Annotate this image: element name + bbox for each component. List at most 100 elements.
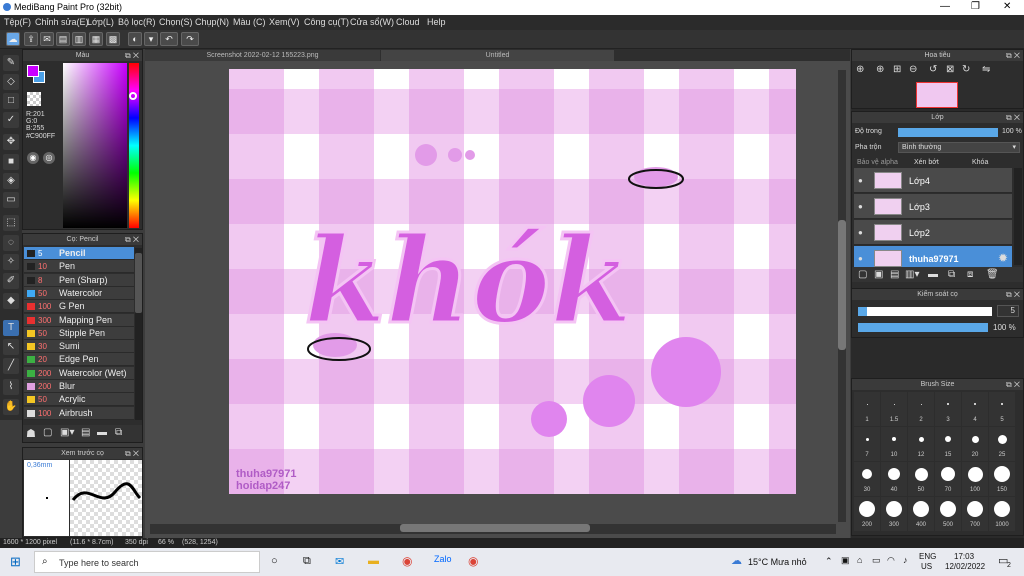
tray-chevron-icon[interactable]: ⌃ <box>825 556 833 567</box>
saturation-value-picker[interactable] <box>63 63 127 228</box>
minimize-button[interactable]: — <box>940 1 950 12</box>
close-icon[interactable]: ⧉ ✕ <box>125 50 139 61</box>
layer-row[interactable]: ● Lớp2 <box>854 220 1012 245</box>
rotate-left-icon[interactable]: ↺ <box>929 64 937 75</box>
battery-icon[interactable]: ▭ <box>872 555 881 566</box>
artwork-canvas[interactable]: khók thuha97971 hoidap247 <box>229 69 796 494</box>
brush-item[interactable]: 100 Airbrush <box>24 406 134 420</box>
menu-file[interactable]: Tệp(F) <box>4 17 31 27</box>
brush-size-cell[interactable]: 12 <box>908 427 934 461</box>
menu-color[interactable]: Màu (C) <box>233 17 266 27</box>
eye-icon[interactable]: ● <box>858 202 863 211</box>
lang-1[interactable]: ENG <box>919 552 936 561</box>
folder-icon[interactable]: ▬ <box>97 427 107 438</box>
reset-icon[interactable]: ⊠ <box>946 64 954 75</box>
brush-item[interactable]: 50 Acrylic <box>24 393 134 407</box>
duplicate-layer-icon[interactable]: ⧉ <box>948 269 955 280</box>
close-icon[interactable]: ⧉ ✕ <box>125 234 139 245</box>
brush-size-cell[interactable]: 700 <box>962 497 988 531</box>
clip-checkbox[interactable]: Xén bớt <box>914 159 939 166</box>
zoom-out-icon[interactable]: ⊖ <box>909 64 917 75</box>
navigator-thumbnail[interactable] <box>916 82 958 108</box>
layer-menu-icon[interactable]: ▥▾ <box>905 269 919 280</box>
upload-icon[interactable]: ⇪ <box>24 32 38 46</box>
select-tool-icon[interactable]: ⬚ <box>3 215 19 231</box>
cloud-icon[interactable]: ☁ <box>6 32 20 46</box>
brush-opacity-slider[interactable] <box>858 323 988 332</box>
wifi-icon[interactable]: ◠ <box>887 555 895 566</box>
brush-size-cell[interactable]: 40 <box>881 462 907 496</box>
canvas-vscroll[interactable] <box>838 70 846 522</box>
lasso-tool-icon[interactable]: ◌ <box>3 235 19 251</box>
trash-icon[interactable]: 🗑 <box>986 269 999 280</box>
menu-select[interactable]: Chọn(S) <box>159 17 193 27</box>
hue-handle[interactable] <box>129 92 137 100</box>
brush-size-cell[interactable]: 2 <box>908 392 934 426</box>
hand-tool-icon[interactable]: ✋ <box>3 399 19 415</box>
tab-screenshot[interactable]: Screenshot 2022-02-12 155223.png <box>145 50 380 61</box>
layer-scrollbar[interactable] <box>1014 168 1022 265</box>
fit-icon[interactable]: ⊞ <box>893 64 901 75</box>
brush-size-slider[interactable] <box>858 307 992 316</box>
menu-layer[interactable]: Lớp(L) <box>87 17 114 27</box>
chrome-icon[interactable]: ◉ <box>402 554 412 568</box>
volume-icon[interactable]: ♪ <box>903 555 908 565</box>
brush-size-cell[interactable]: 1000 <box>989 497 1015 531</box>
brush-size-cell[interactable]: 5 <box>989 392 1015 426</box>
brush-size-cell[interactable]: 150 <box>989 462 1015 496</box>
eraser-tool-icon[interactable]: ◇ <box>3 74 19 90</box>
clock-date[interactable]: 12/02/2022 <box>945 562 985 571</box>
halftone-layer-icon[interactable]: ▤ <box>890 269 899 280</box>
brush-item[interactable]: 200 Watercolor (Wet) <box>24 366 134 380</box>
brush-size-cell[interactable]: 50 <box>908 462 934 496</box>
cloud-brush-icon[interactable]: ☗ <box>26 427 36 440</box>
grid-icon[interactable]: ▦ <box>89 32 103 46</box>
chrome-alt-icon[interactable]: ◉ <box>468 554 478 568</box>
select-pen-icon[interactable]: ✐ <box>3 273 19 289</box>
brush-item[interactable]: 200 Blur <box>24 380 134 393</box>
clock-time[interactable]: 17:03 <box>954 552 974 561</box>
brush-size-cell[interactable]: 25 <box>989 427 1015 461</box>
bucket-tool-icon[interactable]: ◈ <box>3 173 19 189</box>
weather-text[interactable]: 15°C Mưa nhỏ <box>748 557 807 567</box>
brush-item[interactable]: 20 Edge Pen <box>24 353 134 367</box>
brush-item[interactable]: 50 Stipple Pen <box>24 326 134 340</box>
eyedropper-icon[interactable]: ⌇ <box>3 379 19 395</box>
menu-tools[interactable]: Công cụ(T) <box>304 17 349 27</box>
close-button[interactable]: ✕ <box>1003 1 1011 12</box>
gear-icon[interactable]: ✹ <box>998 251 1008 265</box>
brush-item[interactable]: 30 Sumi <box>24 340 134 354</box>
brush-size-cell[interactable]: 20 <box>962 427 988 461</box>
opacity-slider[interactable] <box>898 128 998 137</box>
flip-icon[interactable]: ⇋ <box>982 64 990 75</box>
magic-wand-icon[interactable]: ✧ <box>3 254 19 270</box>
fill-rect-icon[interactable]: ■ <box>3 154 19 170</box>
brush-size-cell[interactable]: 70 <box>935 462 961 496</box>
new-brush-icon[interactable]: ▢ <box>43 427 52 438</box>
protect-alpha-checkbox[interactable]: Bảo vệ alpha <box>857 159 898 166</box>
network-icon[interactable]: ⌂ <box>857 555 862 565</box>
eye-icon[interactable]: ● <box>858 176 863 185</box>
grid-alt-icon[interactable]: ▩ <box>106 32 120 46</box>
chat-icon[interactable]: ✉ <box>40 32 54 46</box>
text-tool-icon[interactable]: T <box>3 320 19 336</box>
palette-icon[interactable]: ◉ <box>27 152 39 164</box>
gradient-tool-icon[interactable]: ▭ <box>3 192 19 208</box>
menu-help[interactable]: Help <box>427 17 446 27</box>
move-tool-icon[interactable]: ✥ <box>3 134 19 150</box>
close-icon[interactable]: ⧉ ✕ <box>1006 379 1020 390</box>
brush-size-cell[interactable]: 1 <box>854 392 880 426</box>
undo-icon[interactable]: ↶ <box>160 32 178 46</box>
brush-item[interactable]: 50 Watercolor <box>24 286 134 300</box>
menu-cloud[interactable]: Cloud <box>396 17 420 27</box>
brush-item[interactable]: 100 G Pen <box>24 300 134 314</box>
eye-icon[interactable]: ● <box>858 228 863 237</box>
zoom-in-icon[interactable]: ⊕ <box>856 64 864 75</box>
rotate-right-icon[interactable]: ↻ <box>962 64 970 75</box>
copy-icon[interactable]: ⧉ <box>115 427 122 438</box>
layer-row[interactable]: ● Lớp4 <box>854 168 1012 193</box>
rect-tool-icon[interactable]: □ <box>3 93 19 109</box>
brush-size-cell[interactable]: 30 <box>854 462 880 496</box>
divide-tool-icon[interactable]: ╱ <box>3 358 19 374</box>
mail-icon[interactable]: ✉ <box>335 555 344 568</box>
